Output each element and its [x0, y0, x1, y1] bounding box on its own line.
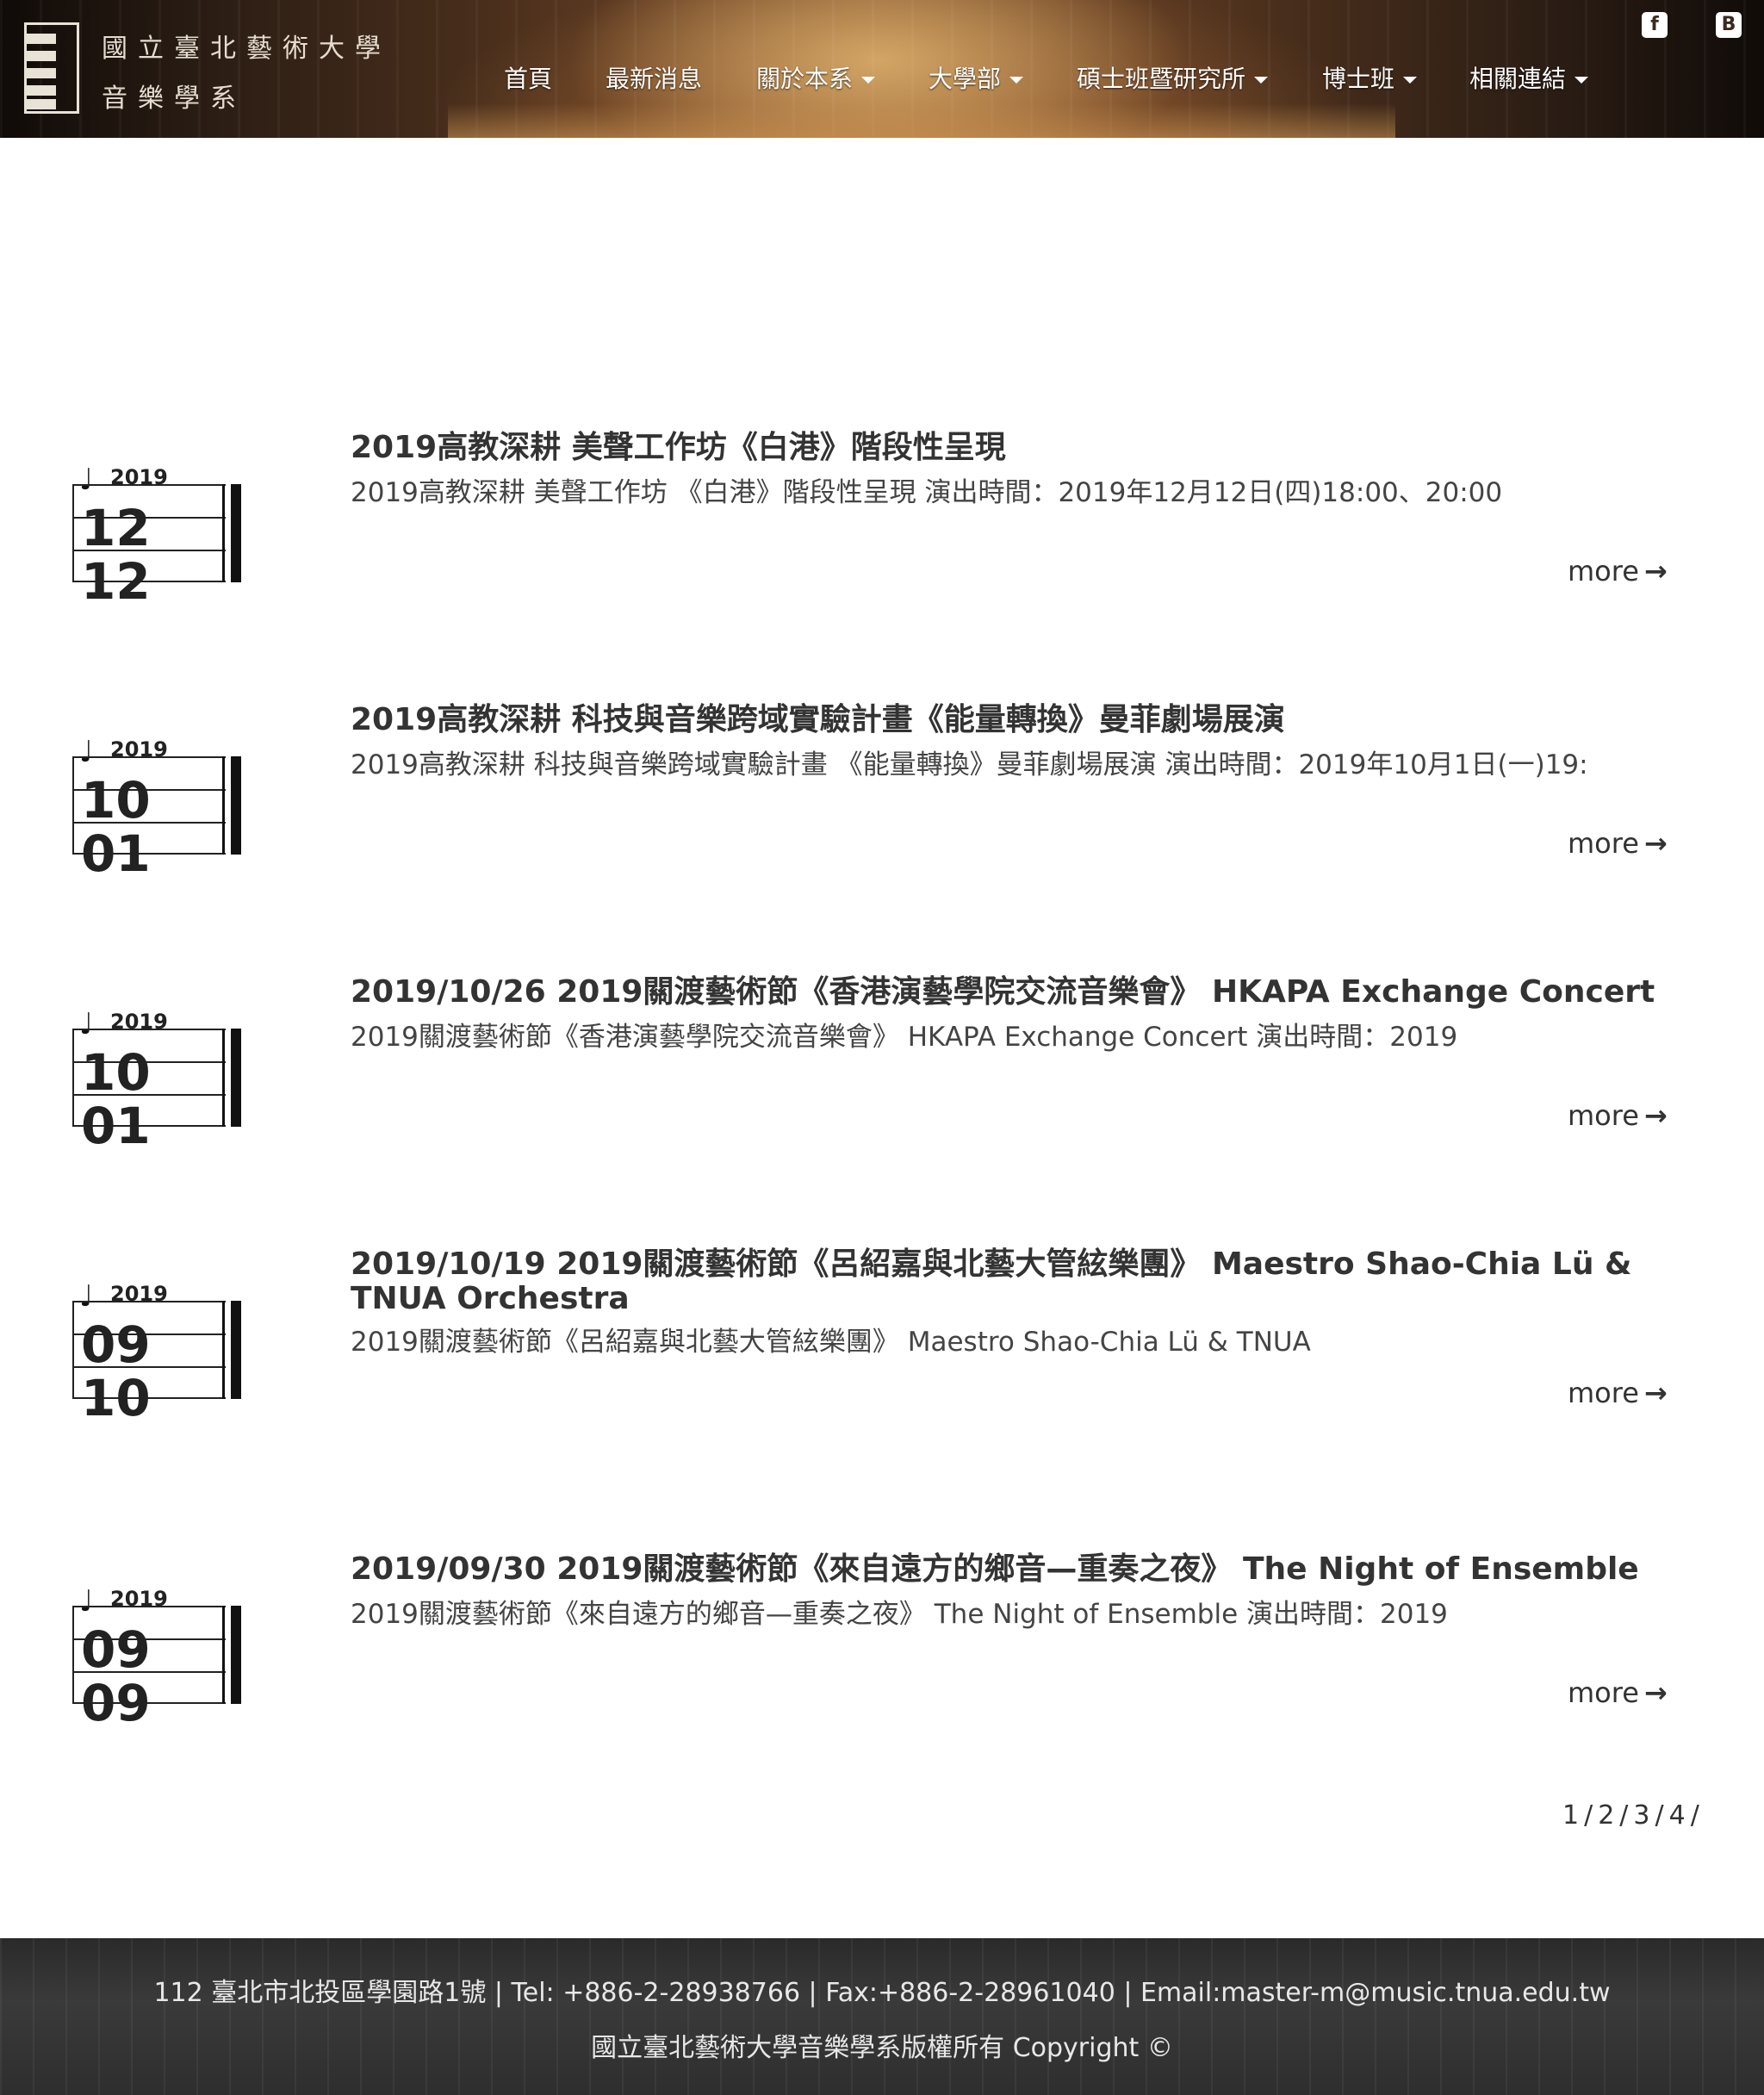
music-staff: 10 01 [72, 1029, 241, 1151]
nav-item-4[interactable]: 碩士班暨研究所 [1077, 53, 1269, 105]
caret-down-icon [1254, 77, 1269, 84]
piano-keys-logo-icon [24, 22, 79, 114]
footer-contact: 112 臺北市北投區學園路1號 | Tel: +886-2-28938766 |… [153, 1978, 1611, 2008]
nav-item-label: 最新消息 [606, 65, 703, 93]
news-summary: 2019高教深耕 科技與音樂跨域實驗計畫 《能量轉換》曼菲劇場展演 演出時間：2… [351, 749, 1588, 780]
more-link[interactable]: more → [1568, 555, 1668, 587]
nav-item-5[interactable]: 博士班 [1322, 53, 1418, 105]
news-title-link[interactable]: 2019/09/30 2019關渡藝術節《來自遠方的鄉音—重奏之夜》 The N… [351, 1552, 1677, 1587]
footer-copyright: 國立臺北藝術大學音樂學系版權所有 Copyright © [591, 2033, 1173, 2063]
site-header: 國立臺北藝術大學 音樂學系 首頁 最新消息 關於本系 大學部 碩士班暨研究所 博士班 相關連… [0, 0, 1764, 138]
more-link[interactable]: more → [1568, 1676, 1668, 1709]
more-link[interactable]: more → [1568, 1377, 1668, 1409]
news-item: ♩ 2019 12 12 2019高教深耕 美聲工作坊《白港》階段性呈現 2019高教深耕… [0, 413, 1764, 629]
date-month: 09 [81, 1620, 151, 1679]
more-link-label: more [1568, 827, 1639, 860]
page-link-2[interactable]: 2 [1598, 1800, 1614, 1831]
more-link-label: more [1568, 1099, 1639, 1132]
date-month: 09 [81, 1315, 151, 1374]
nav-item-6[interactable]: 相關連結 [1469, 53, 1589, 105]
date-badge: ♩ 2019 09 10 [71, 1282, 243, 1423]
arrow-right-icon: → [1643, 827, 1668, 860]
more-link-label: more [1568, 555, 1639, 587]
nav-item-2[interactable]: 關於本系 [756, 53, 876, 105]
caret-down-icon [1009, 77, 1024, 84]
arrow-right-icon: → [1643, 1377, 1668, 1409]
page-link-1[interactable]: 1 [1562, 1800, 1579, 1831]
date-badge: ♩ 2019 10 01 [71, 737, 243, 879]
nav-item-label: 首頁 [504, 65, 553, 93]
news-title-link[interactable]: 2019/10/19 2019關渡藝術節《呂紹嘉與北藝大管絃樂團》 Maestr… [351, 1247, 1677, 1316]
page-link-4[interactable]: 4 [1669, 1800, 1686, 1831]
nav-item-label: 大學部 [929, 65, 1002, 93]
music-staff: 12 12 [72, 484, 241, 606]
arrow-right-icon: → [1643, 1099, 1668, 1132]
caret-down-icon [1403, 77, 1418, 84]
date-day: 09 [81, 1674, 151, 1732]
more-link[interactable]: more → [1568, 827, 1668, 860]
page-separator: / [1655, 1800, 1664, 1831]
news-summary: 2019高教深耕 美聲工作坊 《白港》階段性呈現 演出時間：2019年12月12… [351, 477, 1503, 508]
pagination: 1/2/3/4/ [1562, 1800, 1705, 1831]
arrow-right-icon: → [1643, 1676, 1668, 1709]
caret-down-icon [1575, 77, 1589, 84]
date-day: 12 [81, 552, 151, 611]
header-stage-image [448, 103, 1395, 138]
page-separator: / [1690, 1800, 1699, 1831]
music-staff: 09 10 [72, 1301, 241, 1423]
nav-item-0[interactable]: 首頁 [504, 53, 552, 105]
page-link-3[interactable]: 3 [1633, 1800, 1649, 1831]
date-month: 10 [81, 1043, 151, 1102]
more-link[interactable]: more → [1568, 1099, 1668, 1132]
news-title-link[interactable]: 2019高教深耕 美聲工作坊《白港》階段性呈現 [351, 431, 1677, 465]
news-title-link[interactable]: 2019/10/26 2019關渡藝術節《香港演藝學院交流音樂會》 HKAPA … [351, 975, 1677, 1010]
date-badge: ♩ 2019 12 12 [71, 465, 243, 606]
date-month: 12 [81, 499, 151, 557]
caret-down-icon [861, 77, 876, 84]
more-link-label: more [1568, 1377, 1639, 1409]
nav-item-label: 關於本系 [756, 65, 854, 93]
news-item: ♩ 2019 10 01 2019/10/26 2019關渡藝術節《香港演藝學院交流音樂… [0, 958, 1764, 1173]
logo-line-1: 國立臺北藝術大學 [102, 34, 391, 64]
date-badge: ♩ 2019 10 01 [71, 1010, 243, 1151]
page-separator: / [1584, 1800, 1593, 1831]
news-summary: 2019關渡藝術節《來自遠方的鄉音—重奏之夜》 The Night of Ens… [351, 1599, 1448, 1630]
logo-text: 國立臺北藝術大學 音樂學系 [102, 24, 391, 124]
music-staff: 09 09 [72, 1606, 241, 1728]
site-footer: 112 臺北市北投區學園路1號 | Tel: +886-2-28938766 |… [0, 1938, 1764, 2095]
news-item: ♩ 2019 09 09 2019/09/30 2019關渡藝術節《來自遠方的鄉音—重奏… [0, 1535, 1764, 1750]
arrow-right-icon: → [1643, 555, 1668, 587]
news-item: ♩ 2019 09 10 2019/10/19 2019關渡藝術節《呂紹嘉與北藝大管絃樂… [0, 1230, 1764, 1445]
nav-item-label: 博士班 [1322, 65, 1395, 93]
date-day: 10 [81, 1369, 151, 1427]
date-badge: ♩ 2019 09 09 [71, 1587, 243, 1728]
date-day: 01 [81, 824, 151, 883]
date-day: 01 [81, 1097, 151, 1155]
music-staff: 10 01 [72, 756, 241, 879]
news-summary: 2019關渡藝術節《呂紹嘉與北藝大管絃樂團》 Maestro Shao-Chia… [351, 1327, 1311, 1358]
blogger-icon[interactable]: B [1716, 12, 1742, 38]
nav-item-3[interactable]: 大學部 [929, 53, 1024, 105]
page-separator: / [1619, 1800, 1629, 1831]
facebook-icon[interactable]: f [1642, 12, 1668, 38]
site-logo[interactable]: 國立臺北藝術大學 音樂學系 [24, 22, 391, 124]
nav-item-label: 相關連結 [1469, 65, 1567, 93]
nav-item-label: 碩士班暨研究所 [1077, 65, 1246, 93]
more-link-label: more [1568, 1676, 1639, 1709]
news-summary: 2019關渡藝術節《香港演藝學院交流音樂會》 HKAPA Exchange Co… [351, 1022, 1458, 1053]
news-item: ♩ 2019 10 01 2019高教深耕 科技與音樂跨域實驗計畫《能量轉換》曼菲劇場展… [0, 686, 1764, 901]
logo-line-2: 音樂學系 [102, 84, 246, 114]
news-title-link[interactable]: 2019高教深耕 科技與音樂跨域實驗計畫《能量轉換》曼菲劇場展演 [351, 703, 1677, 737]
nav-item-1[interactable]: 最新消息 [606, 53, 702, 105]
date-month: 10 [81, 771, 151, 830]
